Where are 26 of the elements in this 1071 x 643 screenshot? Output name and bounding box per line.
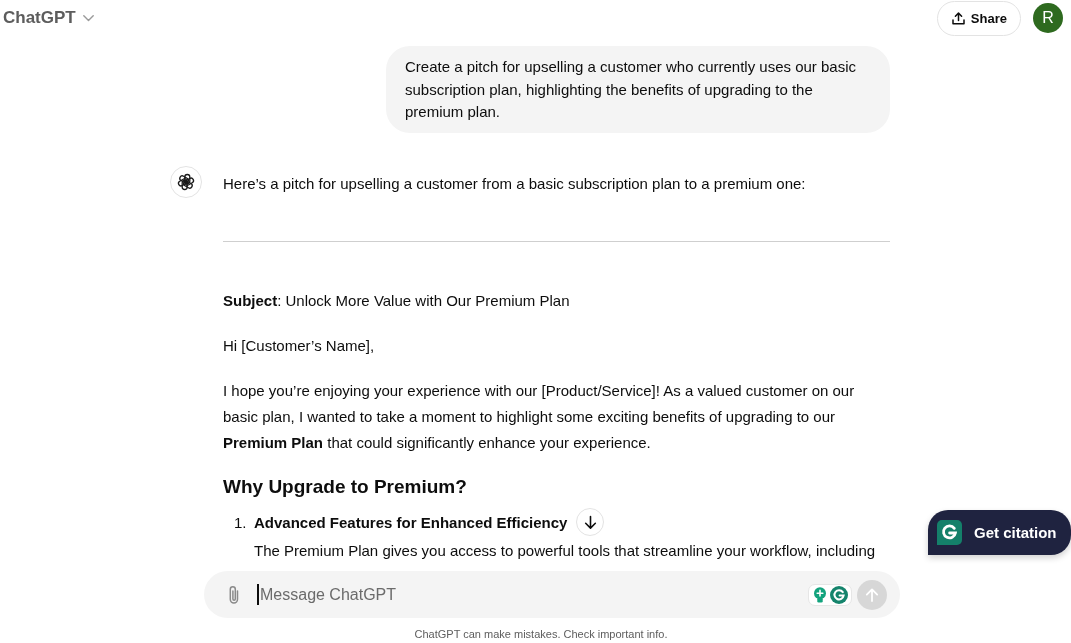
user-avatar[interactable]: R (1033, 3, 1063, 33)
list-number: 1. (234, 512, 247, 533)
lightbulb-icon[interactable] (813, 586, 827, 603)
upload-icon (951, 11, 965, 25)
message-paragraph: Here’s a pitch for upselling a customer from a basic subscription plan to a premium one: (223, 173, 807, 194)
get-citation-button[interactable]: Get citation (928, 510, 1071, 555)
chevron-down-icon (82, 14, 94, 22)
message-input[interactable]: Message ChatGPT (259, 582, 808, 607)
section-heading: Why Upgrade to Premium? (223, 474, 468, 499)
list-item-title: Advanced Features for Enhanced Efficiency (254, 512, 568, 533)
message-composer[interactable]: Message ChatGPT (204, 571, 900, 618)
share-button[interactable]: Share (936, 0, 1021, 36)
list-item-text: The Premium Plan gives you access to powerful tools that streamline your workflow, including (254, 540, 876, 561)
knot-logo-icon (170, 165, 202, 198)
arrow-up-icon (864, 586, 880, 603)
paperclip-icon (227, 584, 241, 605)
disclaimer-text: ChatGPT can make mistakes. Check important info. (414, 628, 668, 640)
message-paragraph: Subject: Unlock More Value with Our Premium Plan (223, 290, 571, 311)
scroll-down-button[interactable] (576, 508, 604, 536)
message-paragraph: I hope you’re enjoying your experience with our [Product/Service]! As a valued customer on our basic plan, I wanted to take a moment to highlight some exciting benefits of upgrading to our Premium Plan that could significantly enhance your experience. (223, 380, 856, 453)
letter-g-icon[interactable] (830, 585, 848, 604)
user-message: Create a pitch for upselling a customer who currently uses our basic subscription plan, highlighting the benefits of upgrading to the premium plan. (386, 46, 890, 133)
message-paragraph: Hi [Customer’s Name], (223, 335, 376, 356)
arrow-down-icon (583, 514, 597, 530)
letter-g-icon (937, 520, 962, 545)
model-selector[interactable]: ChatGPT (3, 6, 94, 30)
